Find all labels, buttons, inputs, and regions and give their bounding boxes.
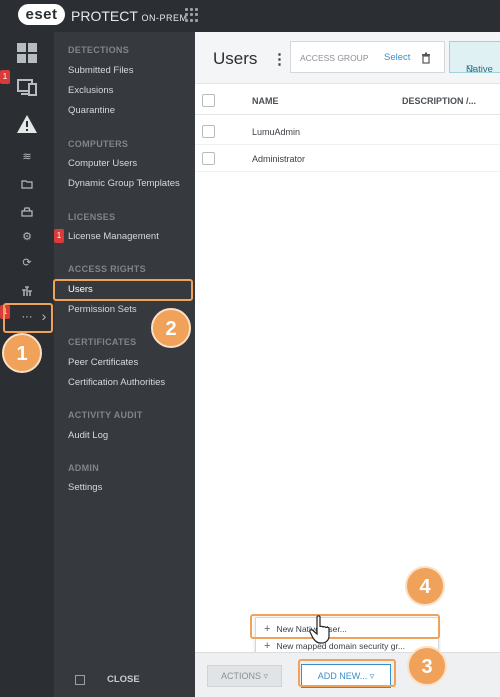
menu-item-settings[interactable]: Settings <box>68 482 102 493</box>
product-suffix: ON-PREM <box>141 13 188 23</box>
menu-item-exclusions[interactable]: Exclusions <box>68 85 113 96</box>
filter-label: ACCESS GROUP <box>300 53 369 63</box>
section-heading-certificates: CERTIFICATES <box>68 337 137 347</box>
section-heading-computers: COMPUTERS <box>68 139 129 149</box>
collapse-icon[interactable] <box>75 675 85 685</box>
close-button[interactable]: CLOSE <box>107 674 140 685</box>
section-heading-licenses: LICENSES <box>68 212 116 222</box>
menu-item-peer-certificates[interactable]: Peer Certificates <box>68 357 138 368</box>
new-mapped-group-item[interactable]: + New mapped domain security gr... <box>264 640 434 652</box>
status-overview-icon[interactable] <box>0 284 54 302</box>
tasks-folder-icon[interactable] <box>0 176 54 194</box>
dashboard-icon[interactable] <box>0 42 54 69</box>
kebab-menu-icon[interactable]: ⋮ <box>272 50 287 68</box>
menu-item-permission-sets[interactable]: Permission Sets <box>68 304 137 315</box>
more-highlight <box>3 303 53 333</box>
page-title: Users <box>213 49 258 68</box>
actions-button[interactable]: ACTIONS ▿ <box>207 665 282 687</box>
more-menu-panel: DETECTIONS Submitted Files Exclusions Qu… <box>54 32 195 697</box>
main-content: Users ⋮ ACCESS GROUP Select ⚇ Native NAM… <box>195 32 500 697</box>
new-user-highlight <box>250 614 440 639</box>
section-heading-access-rights: ACCESS RIGHTS <box>68 264 146 274</box>
section-heading-admin: ADMIN <box>68 463 99 473</box>
product-title: PROTECT <box>71 8 138 24</box>
filter-select-link[interactable]: Select <box>384 52 410 63</box>
native-chip-label: Native <box>466 64 493 75</box>
native-filter-chip[interactable]: ⚇ Native <box>449 41 500 75</box>
menu-item-audit-log[interactable]: Audit Log <box>68 430 108 441</box>
step-marker-3: 3 <box>407 646 447 686</box>
section-heading-activity-audit: ACTIVITY AUDIT <box>68 410 143 420</box>
column-header-description[interactable]: DESCRIPTION /... <box>402 96 476 106</box>
app-grid-icon[interactable] <box>185 8 199 22</box>
actions-label: ACTIONS <box>220 671 261 681</box>
access-group-filter: ACCESS GROUP Select <box>290 41 445 73</box>
installers-icon[interactable] <box>0 204 54 222</box>
trash-icon[interactable] <box>421 52 431 64</box>
reports-icon[interactable]: ≋ <box>0 150 54 163</box>
menu-item-dynamic-group-templates[interactable]: Dynamic Group Templates <box>68 178 180 189</box>
license-badge: 1 <box>54 229 64 243</box>
menu-item-quarantine[interactable]: Quarantine <box>68 105 115 116</box>
section-heading-detections: DETECTIONS <box>68 45 130 55</box>
new-mapped-group-label: New mapped domain security gr... <box>276 641 405 651</box>
eset-logo[interactable]: eset <box>18 4 65 25</box>
page-header: Users ⋮ ACCESS GROUP Select ⚇ Native <box>195 32 500 84</box>
add-new-highlight <box>298 659 396 687</box>
step-marker-2: 2 <box>151 308 191 348</box>
menu-item-computer-users[interactable]: Computer Users <box>68 158 137 169</box>
row-checkbox[interactable] <box>202 125 215 138</box>
table-row[interactable]: Administrator <box>195 145 500 172</box>
row-checkbox[interactable] <box>202 152 215 165</box>
hand-cursor-icon <box>309 615 330 644</box>
plus-icon: + <box>264 640 271 652</box>
step-marker-4: 4 <box>405 566 445 606</box>
select-all-checkbox[interactable] <box>202 94 215 107</box>
product-name: PROTECT ON-PREM <box>71 8 188 24</box>
step-marker-1: 1 <box>2 333 42 373</box>
table-header: NAME DESCRIPTION /... <box>195 85 500 115</box>
policies-gear-icon[interactable]: ⚙ <box>0 230 54 243</box>
user-name-cell: Administrator <box>252 154 306 164</box>
notifications-icon[interactable]: ⟳ <box>0 256 54 269</box>
menu-item-license-management[interactable]: License Management <box>68 231 159 242</box>
table-row[interactable]: LumuAdmin <box>195 118 500 145</box>
column-header-name[interactable]: NAME <box>252 96 279 106</box>
menu-item-submitted-files[interactable]: Submitted Files <box>68 65 133 76</box>
chevron-down-icon: ▿ <box>263 671 269 681</box>
detections-warning-icon[interactable] <box>0 114 54 139</box>
top-bar: eset PROTECT ON-PREM <box>0 0 500 32</box>
menu-item-certification-authorities[interactable]: Certification Authorities <box>68 377 165 388</box>
users-highlight <box>53 279 193 301</box>
user-name-cell: LumuAdmin <box>252 127 301 137</box>
computers-badge: 1 <box>0 70 10 84</box>
